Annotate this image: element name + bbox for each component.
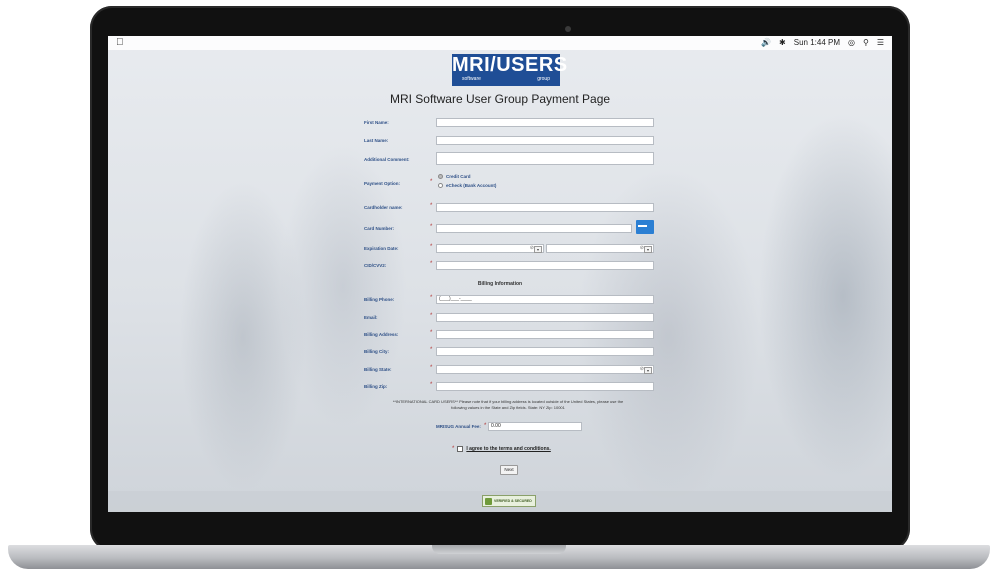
card-number-label: Card Number:: [364, 226, 395, 231]
volume-icon[interactable]: 🔊: [761, 36, 771, 50]
additional-comment-label: Additional Comment:: [364, 157, 410, 162]
billing-address-input[interactable]: [436, 330, 654, 339]
logo-main-text: MRI/USERS: [452, 54, 568, 76]
expiration-year-select[interactable]: ⊘ ▾: [546, 244, 654, 253]
radio-credit-card[interactable]: [438, 174, 443, 179]
menubar-clock[interactable]: Sun 1:44 PM: [794, 36, 840, 50]
required-marker: *: [484, 423, 487, 429]
email-label: Email:: [364, 315, 378, 320]
billing-zip-input[interactable]: [436, 382, 654, 391]
radio-credit-card-label: Credit Card: [446, 174, 471, 179]
last-name-label: Last Name:: [364, 138, 389, 143]
camera: [565, 26, 571, 32]
required-marker: *: [430, 244, 433, 250]
screen:  🔊 ✱ Sun 1:44 PM ◎ ⚲ ☰ MRI/USERS softwa…: [108, 36, 892, 512]
international-note-line-2: following values in the State and Zip fi…: [451, 405, 565, 410]
required-marker: *: [430, 313, 433, 319]
terms-row: * I agree to the terms and conditions.: [452, 446, 551, 452]
credit-card-icon: [636, 220, 654, 234]
list-icon[interactable]: ☰: [877, 36, 884, 50]
cardholder-name-input[interactable]: [436, 203, 654, 212]
card-number-input[interactable]: [436, 224, 632, 233]
required-marker: *: [430, 382, 433, 388]
radio-echeck-label: eCheck (Bank Account): [446, 183, 497, 188]
billing-phone-input[interactable]: (___)___-____: [436, 295, 654, 304]
required-marker: *: [430, 261, 433, 267]
next-button[interactable]: Next: [500, 465, 518, 475]
required-marker: *: [430, 224, 433, 230]
mri-users-logo: MRI/USERS software group: [452, 54, 568, 86]
cvv-input[interactable]: [436, 261, 654, 270]
required-marker: *: [430, 330, 433, 336]
required-marker: *: [430, 347, 433, 353]
email-input[interactable]: [436, 313, 654, 322]
billing-city-label: Billing City:: [364, 349, 389, 354]
billing-phone-label: Billing Phone:: [364, 297, 395, 302]
terms-checkbox[interactable]: [457, 446, 464, 452]
additional-comment-input[interactable]: [436, 152, 654, 165]
apple-icon[interactable]: : [116, 36, 124, 50]
required-marker: *: [430, 203, 433, 209]
radio-echeck[interactable]: [438, 183, 443, 188]
cvv-label: CID/CVV2:: [364, 263, 387, 268]
logo-left-small: software: [462, 76, 481, 82]
verified-secured-badge[interactable]: VERIFIED & SECURED: [482, 495, 536, 507]
expiration-month-select[interactable]: ⊘ ▾: [436, 244, 544, 253]
first-name-input[interactable]: [436, 118, 654, 127]
chevron-down-icon[interactable]: ▾: [644, 367, 652, 374]
menubar-status: 🔊 ✱ Sun 1:44 PM ◎ ⚲ ☰: [761, 36, 884, 50]
required-marker: *: [430, 365, 433, 371]
required-marker: *: [430, 295, 433, 301]
logo-right-small: group: [537, 76, 550, 82]
cardholder-name-label: Cardholder name:: [364, 205, 403, 210]
billing-state-label: Billing State:: [364, 367, 392, 372]
terms-link[interactable]: I agree to the terms and conditions.: [466, 446, 550, 452]
payment-option-credit-card[interactable]: Credit Card: [438, 174, 471, 179]
first-name-label: First Name:: [364, 120, 389, 125]
chevron-down-icon[interactable]: ▾: [644, 246, 652, 253]
lock-icon: [485, 497, 492, 505]
billing-city-input[interactable]: [436, 347, 654, 356]
payment-option-echeck[interactable]: eCheck (Bank Account): [438, 183, 496, 188]
annual-fee-label: MRISUG Annual Fee:: [436, 424, 481, 429]
annual-fee-input[interactable]: 0.00: [488, 422, 582, 431]
expiration-date-label: Expiration Date:: [364, 246, 399, 251]
search-icon[interactable]: ⚲: [863, 36, 869, 50]
required-marker: *: [452, 446, 455, 452]
international-card-note: **INTERNATIONAL CARD USERS** Please note…: [348, 399, 668, 411]
required-marker: *: [430, 179, 433, 185]
payment-option-label: Payment Option:: [364, 181, 401, 186]
billing-zip-label: Billing Zip:: [364, 384, 388, 389]
badge-text: VERIFIED & SECURED: [494, 499, 532, 503]
billing-address-label: Billing Address:: [364, 332, 399, 337]
bluetooth-icon[interactable]: ✱: [779, 36, 786, 50]
menubar:  🔊 ✱ Sun 1:44 PM ◎ ⚲ ☰: [108, 36, 892, 50]
page-title: MRI Software User Group Payment Page: [389, 92, 611, 106]
laptop-notch: [432, 545, 566, 554]
last-name-input[interactable]: [436, 136, 654, 145]
chevron-down-icon[interactable]: ▾: [534, 246, 542, 253]
wifi-icon[interactable]: ◎: [848, 36, 855, 50]
billing-information-heading: Billing Information: [477, 281, 523, 287]
billing-state-select[interactable]: ⊘ ▾: [436, 365, 654, 374]
logo-sub-text: software group: [452, 76, 560, 83]
